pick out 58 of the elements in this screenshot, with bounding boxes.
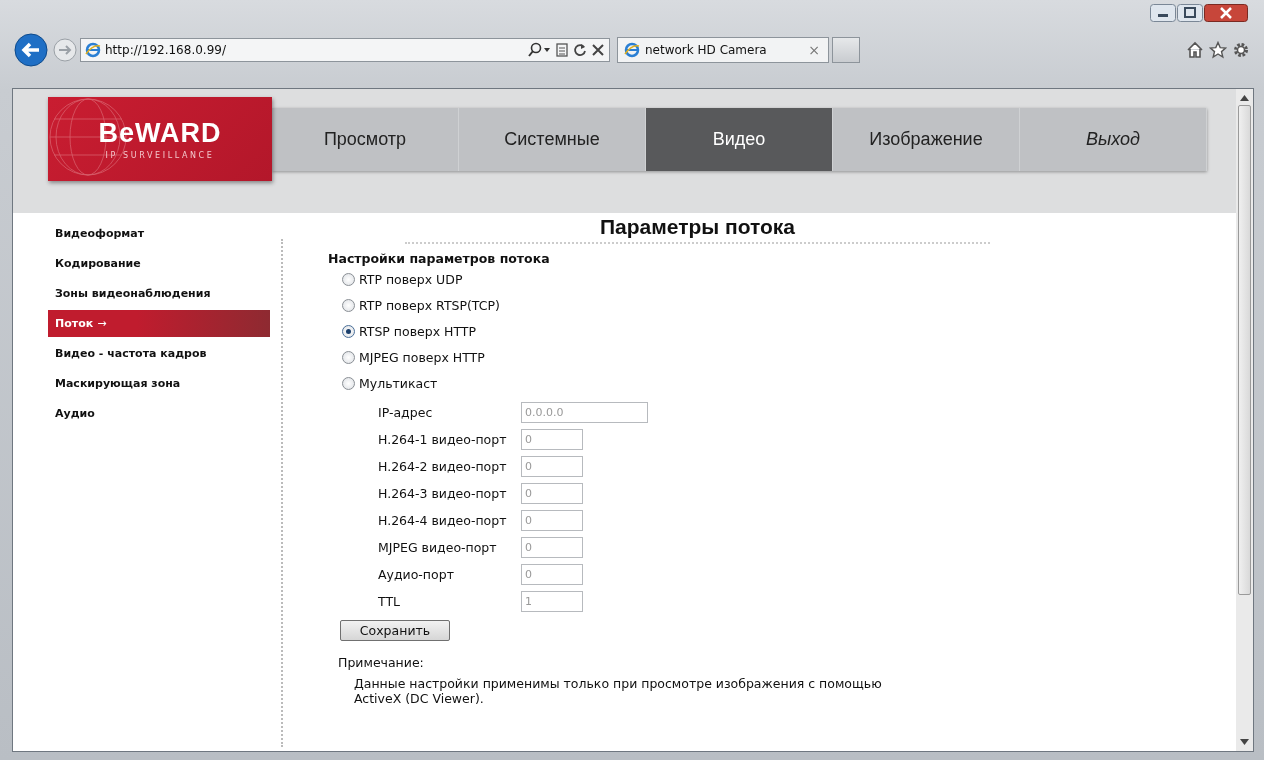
page-title: Параметры потока — [599, 215, 796, 239]
logo[interactable]: BeWARD IP SURVEILLANCE — [48, 97, 272, 181]
field-label: TTL — [378, 594, 401, 609]
sidebar-item[interactable]: Видео - частота кадров — [48, 339, 270, 369]
close-icon[interactable] — [1204, 4, 1248, 22]
address-bar[interactable]: http://192.168.0.99/ — [80, 38, 610, 62]
stop-icon[interactable] — [591, 42, 605, 58]
star-icon[interactable] — [1209, 41, 1227, 59]
refresh-icon[interactable] — [573, 42, 587, 58]
field-label: IP-адрес — [378, 405, 434, 420]
radio-option[interactable]: RTSP поверх HTTP — [342, 318, 477, 344]
sidebar-item[interactable]: Аудио — [48, 399, 270, 429]
field-label: H.264-2 видео-порт — [378, 459, 508, 474]
tab-close-button[interactable]: × — [808, 42, 820, 58]
radio-button[interactable] — [342, 324, 355, 338]
field-label: Аудио-порт — [378, 567, 455, 582]
radio-button[interactable] — [342, 350, 355, 364]
back-icon[interactable] — [14, 33, 48, 67]
section-heading: Настройки параметров потока — [328, 251, 550, 266]
radio-option[interactable]: MJPEG поверх HTTP — [342, 344, 485, 370]
scrollbar[interactable] — [1236, 89, 1253, 751]
field-label: H.264-3 видео-порт — [378, 486, 508, 501]
sidebar-item[interactable]: Зоны видеонаблюдения — [48, 279, 270, 309]
settings-icon[interactable] — [1232, 41, 1250, 59]
save-button[interactable]: Сохранить — [340, 620, 450, 641]
sidebar-item[interactable]: Кодирование — [48, 249, 270, 279]
scroll-thumb[interactable] — [1238, 105, 1251, 595]
field-label: H.264-4 видео-порт — [378, 513, 508, 528]
scroll-up-icon[interactable] — [1240, 95, 1249, 101]
sidebar-item[interactable]: Маскирующая зона — [48, 369, 270, 399]
minimize-icon[interactable] — [1150, 4, 1176, 22]
note-text: Данные настройки применимы только при просмотре изображения с помощью ActiveX (DC Viewer). — [354, 676, 883, 706]
nav-tab[interactable]: Видео — [646, 108, 833, 171]
address-text: http://192.168.0.99/ — [105, 43, 226, 57]
nav-tab[interactable]: Выход — [1020, 108, 1207, 171]
search-icon[interactable] — [527, 42, 551, 58]
note-label: Примечание: — [338, 655, 424, 670]
logo-tagline: IP SURVEILLANCE — [105, 151, 215, 160]
tab-title: network HD Camera — [645, 43, 767, 57]
radio-button[interactable] — [342, 376, 355, 390]
logo-text: BeWARD — [98, 118, 222, 149]
browser-tab[interactable]: network HD Camera × — [617, 37, 829, 63]
sidebar-item[interactable]: Видеоформат — [48, 219, 270, 249]
maximize-icon[interactable] — [1177, 4, 1203, 22]
home-icon[interactable] — [1186, 41, 1204, 59]
nav-tab[interactable]: Изображение — [833, 108, 1020, 171]
field-label: H.264-1 видео-порт — [378, 432, 508, 447]
radio-option[interactable]: Мультикаст — [342, 370, 438, 396]
sidebar-item[interactable]: Поток → — [48, 310, 270, 337]
radio-option[interactable]: RTP поверх RTSP(TCP) — [342, 292, 500, 318]
nav-tab[interactable]: Просмотр — [272, 108, 459, 171]
radio-option[interactable]: RTP поверх UDP — [342, 266, 463, 292]
radio-button[interactable] — [342, 272, 355, 286]
globe-icon — [624, 42, 640, 58]
radio-button[interactable] — [342, 298, 355, 312]
globe-icon — [85, 42, 101, 58]
field-label: MJPEG видео-порт — [378, 540, 498, 555]
scroll-down-icon[interactable] — [1240, 739, 1249, 745]
